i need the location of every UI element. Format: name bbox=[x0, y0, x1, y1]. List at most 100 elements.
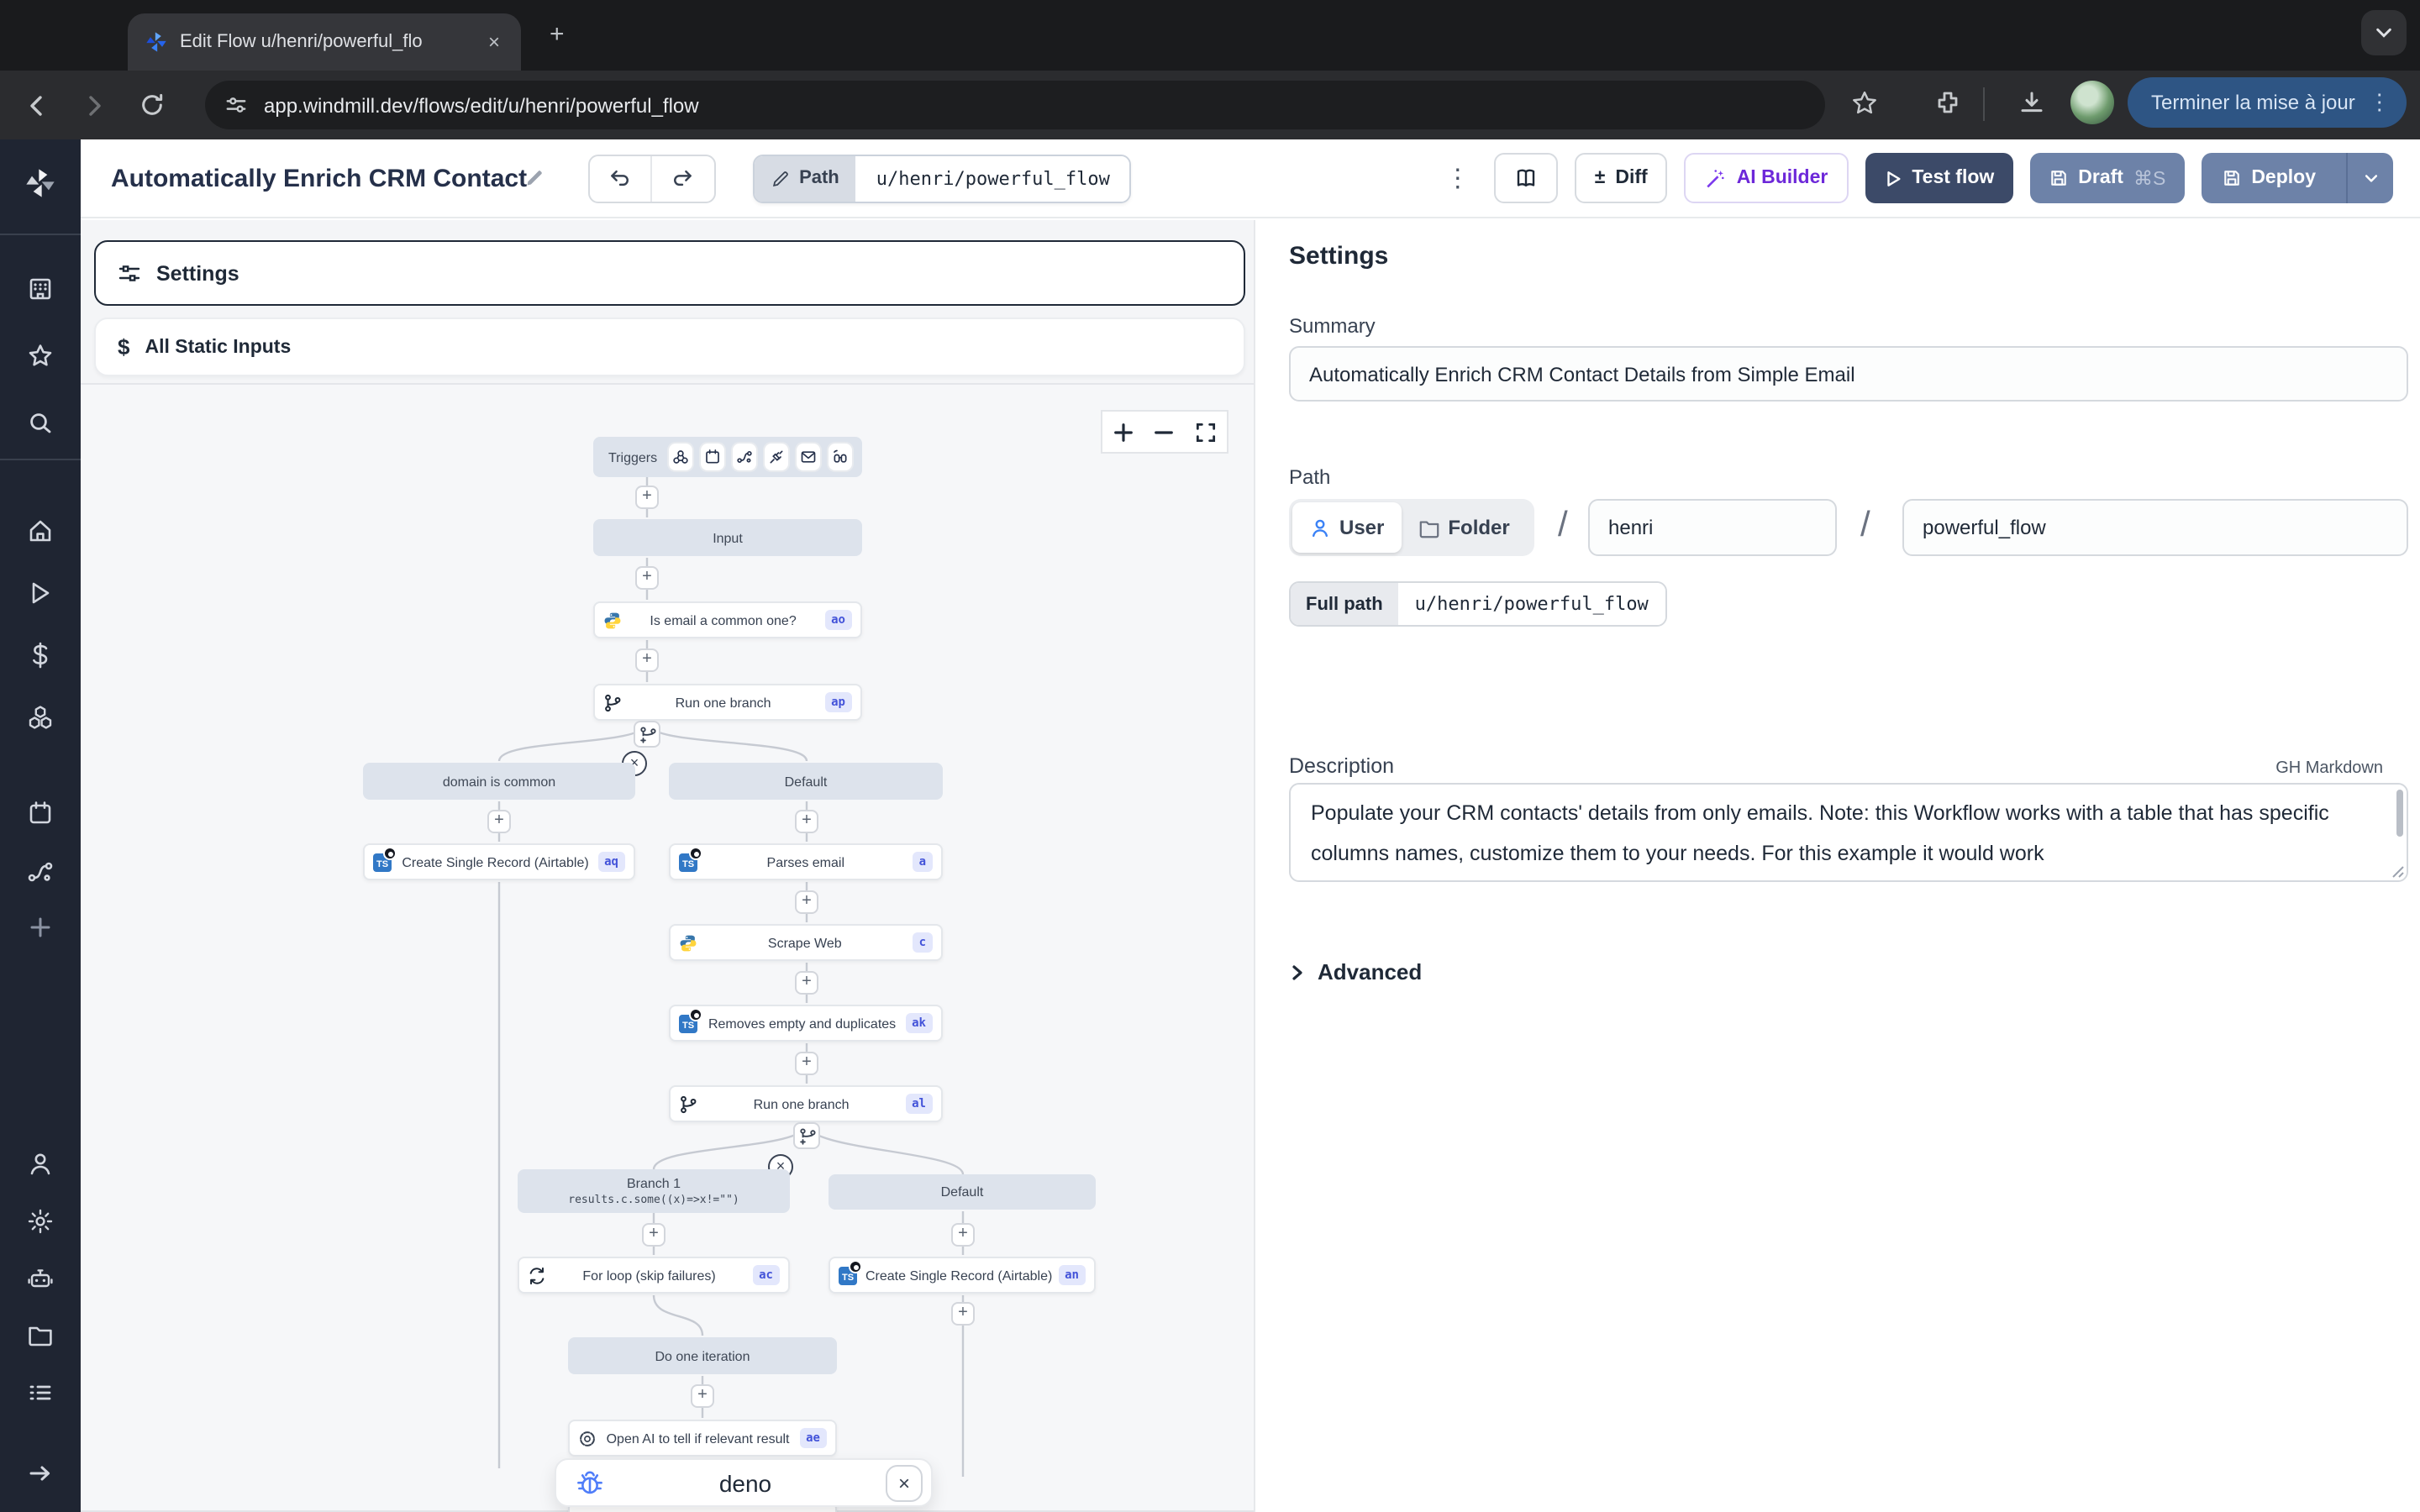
flow-node-triggers[interactable]: Triggers bbox=[593, 437, 862, 477]
http-route-trigger-icon[interactable] bbox=[733, 444, 756, 470]
flow-node-is-email-common[interactable]: Is email a common one? ao bbox=[593, 601, 862, 638]
flow-node-removes-empty-duplicates[interactable]: TS Removes empty and duplicates ak bbox=[669, 1005, 943, 1042]
path-name-input[interactable] bbox=[1902, 499, 2408, 556]
profile-avatar[interactable] bbox=[2070, 81, 2114, 124]
flow-node-run-one-branch-top[interactable]: Run one branch ap bbox=[593, 684, 862, 721]
edit-title-pencil-icon[interactable] bbox=[523, 168, 544, 188]
language-toast[interactable]: deno × bbox=[555, 1458, 933, 1507]
flow-canvas[interactable]: Triggers + Input + Is email a common one… bbox=[81, 383, 1254, 1512]
sidebar-item-workspace-icon[interactable] bbox=[27, 276, 54, 302]
add-step-button[interactable]: + bbox=[635, 486, 659, 509]
all-static-inputs-card[interactable]: $ All Static Inputs bbox=[94, 318, 1245, 376]
sidebar-item-folders-icon[interactable] bbox=[27, 1322, 54, 1349]
flow-node-parses-email[interactable]: TS Parses email a bbox=[669, 843, 943, 880]
fit-view-icon[interactable] bbox=[1195, 421, 1217, 443]
add-step-button[interactable]: + bbox=[691, 1384, 714, 1408]
back-button[interactable] bbox=[17, 85, 57, 125]
add-step-button[interactable]: + bbox=[795, 890, 818, 914]
sidebar-item-add-icon[interactable] bbox=[27, 914, 54, 941]
deploy-dropdown-chevron[interactable] bbox=[2346, 153, 2393, 203]
add-branch-button[interactable] bbox=[793, 1122, 820, 1149]
textarea-resize-grip[interactable] bbox=[2391, 865, 2405, 879]
flow-node-for-loop[interactable]: For loop (skip failures) ac bbox=[518, 1257, 790, 1294]
tab-close-icon[interactable]: × bbox=[481, 29, 508, 55]
add-step-button[interactable]: + bbox=[487, 810, 511, 833]
advanced-toggle[interactable]: Advanced bbox=[1289, 959, 1422, 984]
more-options-kebab-icon[interactable]: ⋮ bbox=[1445, 163, 1470, 193]
flow-node-open-ai-relevance[interactable]: Open AI to tell if relevant result ae bbox=[568, 1420, 837, 1457]
flow-branch-default-top[interactable]: Default bbox=[669, 763, 943, 800]
add-step-button[interactable]: + bbox=[951, 1302, 975, 1326]
draft-button[interactable]: Draft⌘S bbox=[2029, 153, 2184, 203]
sidebar-item-home-icon[interactable] bbox=[27, 517, 54, 544]
browser-tab[interactable]: Edit Flow u/henri/powerful_flo × bbox=[128, 13, 521, 71]
toast-label: deno bbox=[605, 1469, 886, 1496]
user-toggle[interactable]: User bbox=[1292, 502, 1401, 553]
sidebar-item-variables-icon[interactable] bbox=[27, 642, 54, 669]
test-flow-button[interactable]: Test flow bbox=[1865, 153, 2012, 203]
bookmark-star-icon[interactable] bbox=[1842, 81, 1886, 124]
sidebar-expand-icon[interactable] bbox=[27, 1460, 54, 1487]
flow-node-create-single-record-right[interactable]: TS Create Single Record (Airtable) an bbox=[829, 1257, 1096, 1294]
browser-menu-icon[interactable]: ⋮ bbox=[2369, 89, 2391, 116]
add-step-button[interactable]: + bbox=[635, 648, 659, 672]
sidebar-item-runs-icon[interactable] bbox=[27, 580, 54, 606]
flow-node-run-one-branch-bottom[interactable]: Run one branch al bbox=[669, 1085, 943, 1122]
websocket-trigger-icon[interactable] bbox=[765, 444, 788, 470]
add-step-button[interactable]: + bbox=[795, 971, 818, 995]
poll-trigger-icon[interactable] bbox=[829, 444, 852, 470]
sidebar-item-settings-icon[interactable] bbox=[27, 1208, 54, 1235]
sidebar-item-resources-icon[interactable] bbox=[27, 704, 54, 731]
toast-close-button[interactable]: × bbox=[886, 1464, 923, 1501]
folder-toggle[interactable]: Folder bbox=[1401, 502, 1526, 553]
undo-button[interactable] bbox=[589, 155, 651, 201]
sidebar-item-schedules-icon[interactable] bbox=[27, 800, 54, 827]
schedule-trigger-icon[interactable] bbox=[701, 444, 724, 470]
sidebar-item-search-icon[interactable] bbox=[27, 410, 54, 437]
flow-title[interactable]: Automatically Enrich CRM Contact bbox=[111, 164, 527, 192]
extensions-icon[interactable] bbox=[1926, 81, 1970, 124]
email-trigger-icon[interactable] bbox=[797, 444, 820, 470]
reload-button[interactable] bbox=[131, 85, 171, 125]
sidebar-item-favorites-icon[interactable] bbox=[27, 343, 54, 370]
settings-card[interactable]: Settings bbox=[94, 240, 1245, 306]
flow-branch-default-bottom[interactable]: Default bbox=[829, 1174, 1096, 1210]
add-step-button[interactable]: + bbox=[642, 1223, 666, 1247]
path-chip[interactable]: Path u/henri/powerful_flow bbox=[752, 154, 1132, 202]
add-step-button[interactable]: + bbox=[795, 1052, 818, 1075]
forward-button[interactable] bbox=[74, 85, 114, 125]
summary-input[interactable] bbox=[1289, 346, 2408, 402]
redo-button[interactable] bbox=[651, 155, 713, 201]
flow-node-create-single-record-left[interactable]: TS Create Single Record (Airtable) aq bbox=[363, 843, 635, 880]
chevron-right-icon bbox=[1289, 963, 1306, 980]
sidebar-item-routes-icon[interactable] bbox=[27, 858, 54, 885]
sidebar-item-logs-icon[interactable] bbox=[27, 1379, 54, 1406]
zoom-in-icon[interactable] bbox=[1113, 421, 1134, 443]
sidebar-item-users-icon[interactable] bbox=[27, 1151, 54, 1178]
deploy-button[interactable]: Deploy bbox=[2201, 153, 2393, 203]
site-controls-icon[interactable] bbox=[225, 94, 247, 116]
flow-node-input[interactable]: Input bbox=[593, 519, 862, 556]
browser-update-button[interactable]: Terminer la mise à jour ⋮ bbox=[2128, 77, 2407, 128]
add-branch-button[interactable] bbox=[634, 721, 660, 748]
docs-button[interactable] bbox=[1494, 153, 1558, 203]
sidebar-item-workers-icon[interactable] bbox=[27, 1265, 54, 1292]
add-step-button[interactable]: + bbox=[795, 810, 818, 833]
description-textarea[interactable]: Populate your CRM contacts' details from… bbox=[1289, 783, 2408, 882]
flow-branch-domain-is-common[interactable]: domain is common bbox=[363, 763, 635, 800]
ai-builder-button[interactable]: AI Builder bbox=[1685, 153, 1849, 203]
flow-node-do-one-iteration[interactable]: Do one iteration bbox=[568, 1337, 837, 1374]
flow-branch-one[interactable]: Branch 1 results.c.some((x)=>x!="") bbox=[518, 1169, 790, 1213]
diff-button[interactable]: ±Diff bbox=[1575, 153, 1668, 203]
new-tab-button[interactable]: + bbox=[550, 20, 565, 49]
textarea-scrollbar[interactable] bbox=[2396, 790, 2403, 837]
path-owner-input[interactable] bbox=[1588, 499, 1837, 556]
add-step-button[interactable]: + bbox=[951, 1223, 975, 1247]
downloads-icon[interactable] bbox=[2010, 81, 2054, 124]
webhook-trigger-icon[interactable] bbox=[669, 444, 692, 470]
tab-search-button[interactable] bbox=[2361, 10, 2407, 55]
add-step-button[interactable]: + bbox=[635, 566, 659, 590]
zoom-out-icon[interactable] bbox=[1154, 421, 1176, 443]
flow-node-scrape-web[interactable]: Scrape Web c bbox=[669, 924, 943, 961]
url-bar[interactable]: app.windmill.dev/flows/edit/u/henri/powe… bbox=[205, 81, 1825, 129]
